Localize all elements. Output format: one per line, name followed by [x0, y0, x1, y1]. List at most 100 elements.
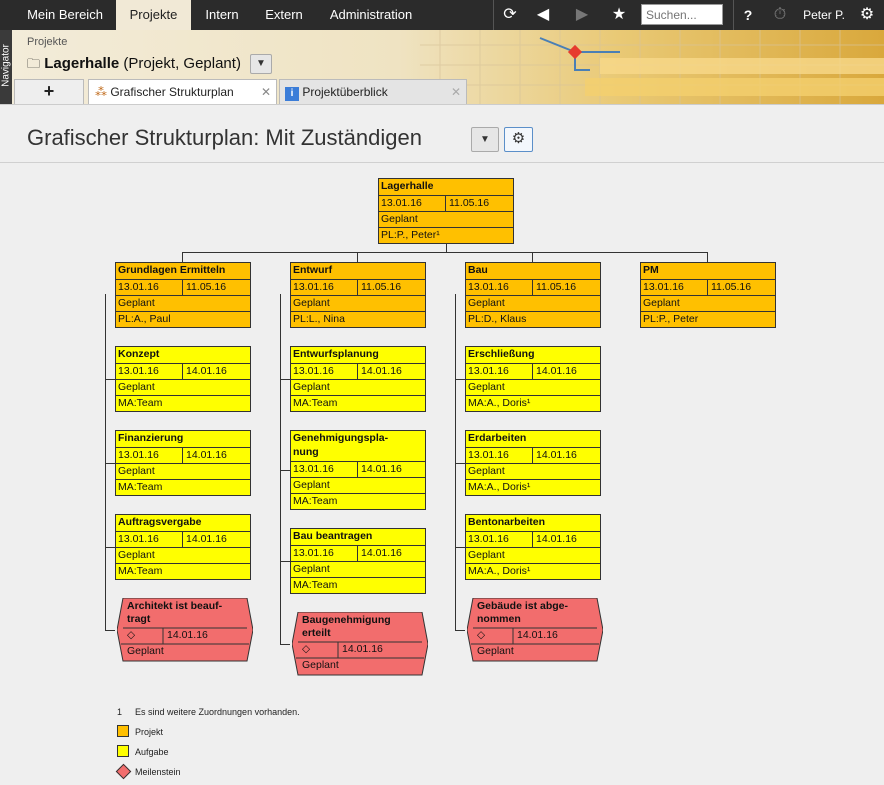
milestone-node[interactable]: Architekt ist beauf-tragt ◇ 14.01.16 Gep…: [117, 598, 253, 662]
folder-icon: 🗀: [27, 56, 41, 71]
node-dates: 13.01.16 11.05.16: [466, 279, 600, 296]
connector-line: [105, 463, 115, 464]
node-status: Geplant: [466, 295, 600, 312]
end-date: 14.01.16: [186, 449, 227, 461]
node-title: Bentonarbeiten: [468, 516, 546, 528]
user-menu[interactable]: Peter P.: [798, 0, 850, 30]
task-node[interactable]: Auftragsvergabe 13.01.16 14.01.16 Geplant MA…: [115, 514, 251, 580]
divider: [182, 279, 183, 295]
node-dates: 13.01.16 11.05.16: [641, 279, 775, 296]
end-date: 14.01.16: [361, 463, 402, 475]
connector-line: [280, 379, 290, 380]
connector-line: [280, 644, 290, 645]
divider: [357, 545, 358, 561]
project-node[interactable]: Grundlagen Ermitteln 13.01.16 11.05.16 Gepl…: [115, 262, 251, 328]
view-settings-button[interactable]: ⚙: [504, 127, 533, 152]
node-person: MA:Team: [291, 493, 425, 510]
task-node[interactable]: Konzept 13.01.16 14.01.16 Geplant MA:Team: [115, 346, 251, 412]
project-node[interactable]: Entwurf 13.01.16 11.05.16 Geplant PL:L., Nin…: [290, 262, 426, 328]
start-date: 13.01.16: [118, 533, 159, 545]
tab-projektueberblick[interactable]: i Projektüberblick ✕: [279, 79, 467, 104]
close-icon[interactable]: ✕: [261, 80, 271, 104]
task-node[interactable]: Finanzierung 13.01.16 14.01.16 Geplant MA:Te…: [115, 430, 251, 496]
node-dates: 13.01.16 14.01.16: [466, 531, 600, 548]
divider: [182, 363, 183, 379]
node-dates: 13.01.16 11.05.16: [116, 279, 250, 296]
start-date: 13.01.16: [118, 449, 159, 461]
legend-milestone-swatch: [115, 763, 132, 780]
node-person: MA:Team: [291, 577, 425, 594]
node-status: Geplant: [291, 561, 425, 578]
task-node[interactable]: Bau beantragen 13.01.16 14.01.16 Geplant MA:…: [290, 528, 426, 594]
task-node[interactable]: Entwurfsplanung 13.01.16 14.01.16 Geplant MA…: [290, 346, 426, 412]
back-icon[interactable]: ◀: [527, 0, 559, 30]
node-person: PL:A., Paul: [116, 311, 250, 328]
start-date: 13.01.16: [468, 281, 509, 293]
node-title: Konzept: [118, 348, 160, 360]
legend-task-swatch: [117, 745, 129, 757]
refresh-icon[interactable]: ⟳: [496, 0, 524, 30]
top-navigation-bar: Mein Bereich Projekte Intern Extern Admi…: [0, 0, 884, 30]
add-tab-button[interactable]: +: [14, 79, 84, 104]
search-input[interactable]: [641, 4, 723, 25]
milestone-node[interactable]: Baugenehmigung erteilt ◇ 14.01.16 Geplant: [292, 612, 428, 676]
legend-task-label: Aufgabe: [135, 747, 169, 757]
milestone-title: Architekt ist beauf-tragt: [127, 600, 223, 625]
end-date: 14.01.16: [361, 547, 402, 559]
milestone-symbol: ◇: [477, 629, 486, 641]
nav-projekte[interactable]: Projekte: [116, 0, 191, 30]
task-node[interactable]: Erschließung 13.01.16 14.01.16 Geplant MA:A.…: [465, 346, 601, 412]
project-node[interactable]: Bau 13.01.16 11.05.16 Geplant PL:D., Klaus: [465, 262, 601, 328]
project-node[interactable]: PM 13.01.16 11.05.16 Geplant PL:P., Peter: [640, 262, 776, 328]
settings-gear-icon[interactable]: ⚙: [854, 0, 880, 30]
milestone-symbol: ◇: [127, 629, 136, 641]
project-node[interactable]: Lagerhalle 13.01.16 11.05.16 Geplant PL:P., …: [378, 178, 514, 244]
node-status: Geplant: [116, 463, 250, 480]
project-status: (Projekt, Geplant): [123, 55, 241, 72]
star-icon[interactable]: ★: [604, 0, 634, 30]
task-node[interactable]: Genehmigungspla-nung 13.01.16 14.01.16 Gepl…: [290, 430, 426, 510]
node-status: Geplant: [116, 379, 250, 396]
node-person: PL:D., Klaus: [466, 311, 600, 328]
hierarchy-icon: ⁂: [95, 85, 107, 99]
nav-intern[interactable]: Intern: [193, 0, 251, 30]
divider: [182, 531, 183, 547]
divider: [707, 279, 708, 295]
divider: [445, 195, 446, 211]
connector-line: [446, 244, 447, 252]
close-icon[interactable]: ✕: [451, 80, 461, 104]
node-status: Geplant: [116, 295, 250, 312]
divider: [493, 0, 494, 30]
nav-extern[interactable]: Extern: [253, 0, 315, 30]
node-person: PL:P., Peter: [641, 311, 775, 328]
task-node[interactable]: Erdarbeiten 13.01.16 14.01.16 Geplant MA:A.,…: [465, 430, 601, 496]
connector-line: [455, 463, 465, 464]
project-menu-dropdown[interactable]: ▼: [250, 54, 272, 74]
navigator-panel-toggle[interactable]: Navigator: [0, 30, 12, 104]
nav-mein-bereich[interactable]: Mein Bereich: [15, 0, 115, 30]
task-node[interactable]: Bentonarbeiten 13.01.16 14.01.16 Geplant MA:…: [465, 514, 601, 580]
help-icon[interactable]: ?: [737, 0, 759, 30]
milestone-status: Geplant: [302, 659, 339, 671]
start-date: 13.01.16: [293, 365, 334, 377]
node-status: Geplant: [466, 463, 600, 480]
tab-grafischer-strukturplan[interactable]: ⁂ Grafischer Strukturplan ✕: [88, 79, 277, 104]
chevron-down-icon: ▼: [256, 58, 266, 69]
nav-administration[interactable]: Administration: [318, 0, 424, 30]
divider: [532, 447, 533, 463]
forward-icon[interactable]: ▶: [566, 0, 598, 30]
timer-icon[interactable]: ⏱: [767, 0, 793, 30]
divider: [357, 461, 358, 477]
end-date: 11.05.16: [449, 197, 490, 209]
view-dropdown[interactable]: ▼: [471, 127, 499, 152]
node-title: Auftragsvergabe: [118, 516, 202, 528]
milestone-title: Baugenehmigung erteilt: [302, 614, 391, 639]
node-title: PM: [643, 264, 659, 276]
divider: [182, 447, 183, 463]
breadcrumb[interactable]: Projekte: [27, 36, 67, 48]
milestone-node[interactable]: Gebäude ist abge-nommen ◇ 14.01.16 Gepla…: [467, 598, 603, 662]
connector-line: [455, 547, 465, 548]
info-icon: i: [285, 87, 299, 101]
node-dates: 13.01.16 14.01.16: [466, 363, 600, 380]
milestone-date: 14.01.16: [517, 629, 558, 641]
